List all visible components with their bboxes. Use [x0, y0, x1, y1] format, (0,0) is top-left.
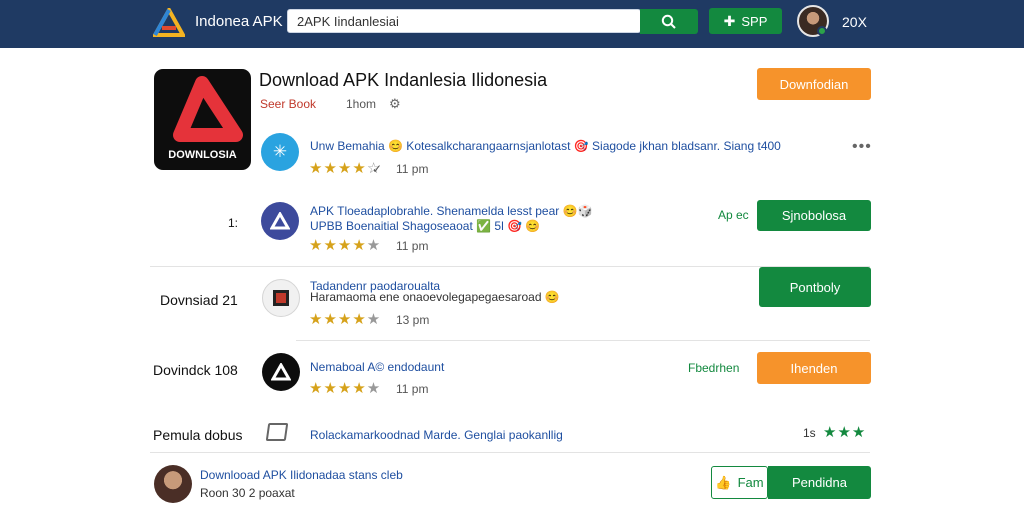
like-button-label: Fam [737, 475, 764, 490]
download-button[interactable]: Downfodian [757, 68, 871, 100]
counter: 20X [842, 14, 867, 30]
rating-stars: ★★★★★ [309, 380, 382, 397]
row-1-title[interactable]: Unw Bemahia 😊 Kotesalkcharangaarnsjanlot… [310, 139, 781, 153]
app-meta: 1hom [346, 97, 377, 111]
row-2-title-line-2: UPBB Boenaitial Shagoseaoat ✅ 5l 🎯 😊 [310, 219, 541, 233]
row-4-status: Fbedrhen [688, 361, 740, 375]
app-button[interactable]: ✚ SPP [709, 8, 782, 34]
main-tile-label: DOWNLOSIA [168, 149, 237, 161]
row-6-button[interactable]: Pendidna [768, 466, 871, 499]
row-2-time: 11 pm [396, 239, 429, 253]
row-3-left-label: Dovnsiad 21 [160, 292, 238, 308]
row-1-emoji: ✓ [372, 162, 383, 176]
app-icon-4[interactable] [262, 353, 300, 391]
main-app-tile[interactable]: DOWNLOSIA [154, 69, 251, 170]
row-4-time: 11 pm [396, 382, 429, 396]
gear-icon: ⚙ [389, 96, 401, 111]
row-divider [296, 340, 870, 341]
row-4-button[interactable]: Ihenden [757, 352, 871, 384]
row-4-left-label: Dovindck 108 [153, 362, 238, 378]
row-2-left-label: 1: [228, 216, 239, 230]
app-icon-2[interactable] [261, 202, 299, 240]
row-3-button[interactable]: Pontboly [759, 267, 871, 307]
row-2-title-line-1[interactable]: APK Tloeadaplobrahle. Shenamelda lesst p… [310, 204, 593, 218]
triangle-icon [271, 363, 291, 381]
row-5-left-label: Pemula dobus [153, 427, 243, 443]
app-icon-1[interactable]: ✳ [261, 133, 299, 171]
row-2-button[interactable]: Sjnobolosa [757, 200, 871, 231]
site-name[interactable]: Indonea APK [195, 13, 283, 30]
app-icon-3[interactable] [262, 279, 300, 317]
cards-icon [265, 423, 289, 441]
row-4-title[interactable]: Nemaboal A© endodaunt [310, 360, 444, 374]
row-3-title-line-2: Haramaoma ene onaoevolegapegaesaroad 😊 [310, 290, 560, 304]
online-status-icon [817, 26, 827, 36]
site-logo-icon[interactable] [153, 8, 185, 38]
rating-stars: ★★★★★ [309, 237, 382, 254]
network-icon: ✳ [272, 142, 288, 161]
page-title: Download APK Indanlesia Ilidonesia [259, 70, 548, 90]
row-6-title[interactable]: Downlooad APK Ilidonadaa stans cleb [200, 468, 403, 482]
app-button-label: SPP [741, 13, 768, 29]
row-3-time: 13 pm [396, 313, 430, 327]
developer-link[interactable]: Seer Book [260, 97, 316, 111]
like-button[interactable]: 👍 Fam [711, 466, 768, 499]
row-divider [150, 452, 870, 453]
triangle-icon [270, 212, 290, 230]
row-5-title[interactable]: Rolackamarkoodnad Marde. Genglai paokanl… [310, 428, 563, 442]
row-5-right-text: 1s [803, 426, 816, 440]
rating-stars: ★★★★☆ [309, 160, 382, 177]
rating-stars: ★★★ [823, 424, 867, 441]
user-avatar[interactable] [154, 465, 192, 503]
search-input[interactable] [287, 9, 641, 33]
rating-stars: ★★★★★ [309, 311, 382, 328]
row-6-meta: Roon 30 2 poaxat [200, 486, 295, 500]
row-2-status: Ap ec [718, 208, 749, 222]
document-icon [273, 290, 289, 306]
more-options-icon[interactable]: ••• [852, 138, 872, 156]
puzzle-icon: ✚ [723, 12, 736, 29]
thumbs-up-icon: 👍 [715, 474, 732, 490]
search-icon [661, 14, 676, 29]
row-1-time: 11 pm [396, 162, 429, 176]
search-button[interactable] [640, 9, 698, 34]
